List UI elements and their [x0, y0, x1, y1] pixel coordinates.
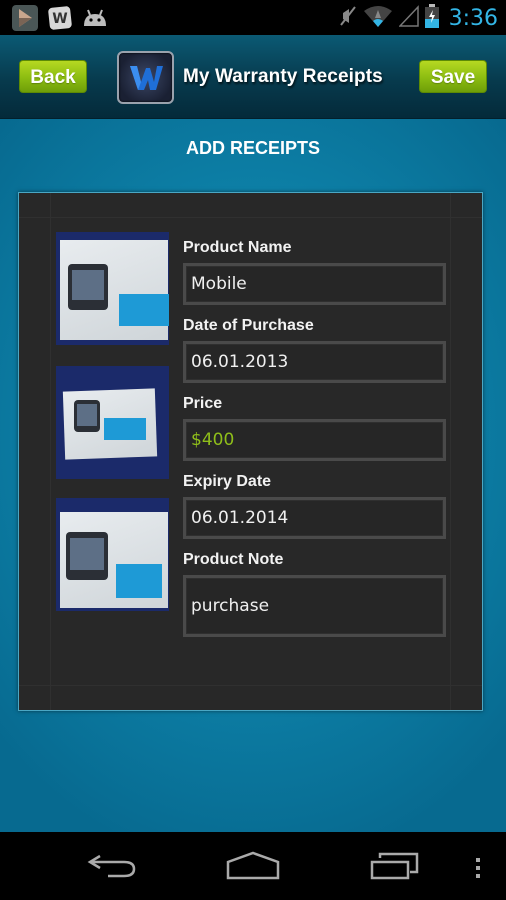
receipt-form-panel: Product Name Mobile Date of Purchase 06.… [18, 192, 483, 711]
vibrate-mute-icon [339, 5, 357, 32]
battery-charging-icon [424, 4, 439, 33]
clock: 3:36 [448, 6, 498, 31]
expiry-date-input[interactable]: 06.01.2014 [183, 497, 446, 539]
wifi-icon [363, 4, 393, 33]
nav-home-button[interactable] [226, 850, 280, 887]
price-input[interactable]: $400 [183, 419, 446, 461]
date-of-purchase-input[interactable]: 06.01.2013 [183, 341, 446, 383]
price-label: Price [183, 395, 223, 412]
phone-screen [70, 538, 104, 570]
app-title: My Warranty Receipts [183, 66, 383, 87]
svg-text:W: W [52, 11, 67, 27]
back-button[interactable]: Back [19, 60, 87, 93]
date-of-purchase-label: Date of Purchase [183, 317, 314, 334]
play-store-icon [12, 5, 38, 36]
receipt-image[interactable] [56, 232, 169, 345]
nav-menu-button[interactable] [474, 850, 482, 887]
w-logo-icon [130, 66, 163, 90]
word-app-icon: W [48, 6, 72, 35]
signal-icon [397, 5, 419, 32]
panel-guide-line [50, 193, 51, 710]
product-note-label: Product Note [183, 551, 284, 568]
header-bar: Back My Warranty Receipts Save [0, 35, 506, 119]
app-logo [117, 51, 174, 104]
page-title: ADD RECEIPTS [185, 138, 320, 158]
product-name-label: Product Name [183, 239, 292, 256]
android-debug-icon [82, 8, 108, 33]
panel-guide-line [19, 217, 482, 218]
product-note-input[interactable]: purchase [183, 575, 446, 637]
receipt-image[interactable] [56, 498, 169, 611]
back-arrow-icon [87, 854, 136, 878]
phone-screen [72, 270, 104, 300]
panel-guide-line [450, 193, 451, 710]
promo-label [119, 294, 169, 326]
promo-label [116, 564, 162, 598]
app-screen: Back My Warranty Receipts Save ADD RECEI… [0, 35, 506, 832]
receipt-image[interactable] [56, 366, 169, 479]
recent-apps-icon [370, 852, 419, 880]
overflow-menu-icon [476, 858, 480, 878]
nav-back-button[interactable] [86, 850, 138, 887]
navigation-bar [0, 832, 506, 900]
promo-label [104, 418, 146, 440]
phone-screen [77, 404, 97, 426]
save-button[interactable]: Save [419, 60, 487, 93]
status-bar: W 3:36 [0, 0, 506, 35]
product-name-input[interactable]: Mobile [183, 263, 446, 305]
panel-guide-line [19, 685, 482, 686]
home-icon [226, 851, 280, 880]
nav-recent-apps-button[interactable] [370, 850, 420, 887]
expiry-date-label: Expiry Date [183, 473, 272, 490]
